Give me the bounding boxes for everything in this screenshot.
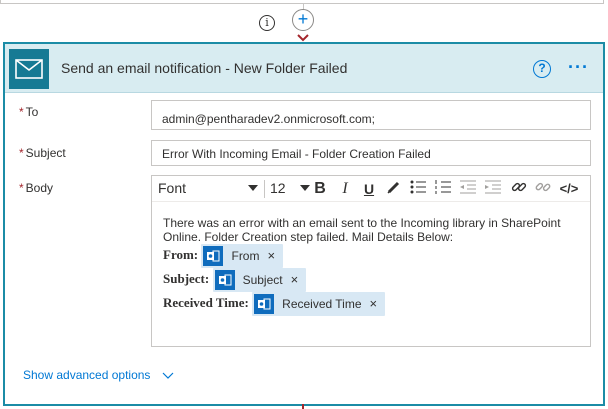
- info-icon[interactable]: i: [259, 15, 275, 31]
- highlight-pen-icon[interactable]: [384, 179, 404, 199]
- subject-token-label: Subject: [242, 273, 283, 287]
- card-title: Send an email notification - New Folder …: [61, 60, 348, 76]
- toolbar-divider: [264, 180, 265, 198]
- body-label: * Body: [19, 181, 53, 195]
- required-mark: *: [19, 146, 24, 160]
- mail-icon: [9, 49, 49, 89]
- received-time-label: Received Time:: [163, 295, 249, 311]
- subject-label-text: Subject: [25, 146, 66, 160]
- outlook-icon: [254, 294, 275, 314]
- body-intro-text: There was an error with an email sent to…: [163, 216, 561, 244]
- link-icon[interactable]: [509, 179, 529, 199]
- required-mark: *: [19, 105, 24, 119]
- to-label: * To: [19, 105, 38, 119]
- received-time-line: Received Time: Received Time ×: [163, 292, 580, 316]
- bulleted-list-icon[interactable]: [408, 179, 428, 199]
- outlook-icon: [214, 270, 235, 290]
- remove-token-icon[interactable]: ×: [370, 297, 378, 311]
- action-card: Send an email notification - New Folder …: [3, 42, 605, 406]
- from-label: From:: [163, 247, 199, 263]
- font-size-value: 12: [270, 180, 286, 196]
- caret-down-icon: [300, 185, 310, 191]
- previous-card-frame: [0, 0, 604, 4]
- remove-token-icon[interactable]: ×: [267, 249, 275, 263]
- insert-step-button[interactable]: +: [292, 9, 314, 31]
- chevron-down-icon: [162, 372, 174, 379]
- advanced-options-label: Show advanced options: [23, 368, 151, 382]
- received-time-token-label: Received Time: [282, 297, 362, 311]
- subject-label: * Subject: [19, 146, 66, 160]
- to-label-text: To: [25, 105, 39, 119]
- subject-field[interactable]: Error With Incoming Email - Folder Creat…: [151, 140, 591, 166]
- bold-icon[interactable]: B: [310, 179, 330, 199]
- more-options-icon[interactable]: ···: [568, 57, 589, 78]
- body-label-text: Body: [25, 181, 54, 195]
- numbered-list-icon[interactable]: [433, 179, 453, 199]
- subject-line: Subject: Subject ×: [163, 268, 580, 292]
- connector-line: [302, 404, 304, 409]
- from-token[interactable]: From ×: [201, 244, 284, 268]
- body-editor[interactable]: Font 12 B I U </> There was an error wit…: [151, 175, 591, 347]
- subject-token[interactable]: Subject ×: [212, 268, 307, 292]
- increase-indent-icon[interactable]: [483, 179, 503, 199]
- rich-text-toolbar: Font 12 B I U </>: [152, 176, 590, 202]
- code-view-icon[interactable]: </>: [559, 179, 579, 199]
- subject-line-label: Subject:: [163, 271, 210, 287]
- required-mark: *: [19, 181, 24, 195]
- decrease-indent-icon[interactable]: [458, 179, 478, 199]
- outlook-icon: [203, 246, 224, 266]
- from-token-label: From: [231, 249, 260, 263]
- received-time-token[interactable]: Received Time ×: [252, 292, 386, 316]
- show-advanced-options-link[interactable]: Show advanced options: [23, 368, 174, 382]
- body-content[interactable]: There was an error with an email sent to…: [163, 216, 580, 316]
- font-value: Font: [158, 180, 187, 196]
- remove-token-icon[interactable]: ×: [291, 273, 299, 287]
- font-size-dropdown[interactable]: 12: [270, 180, 310, 198]
- to-field[interactable]: admin@pentharadev2.onmicrosoft.com;: [151, 100, 591, 130]
- italic-icon[interactable]: I: [335, 179, 355, 199]
- font-dropdown[interactable]: Font: [158, 180, 258, 198]
- help-icon[interactable]: ?: [533, 60, 551, 78]
- from-line: From: From ×: [163, 244, 580, 268]
- card-header[interactable]: Send an email notification - New Folder …: [5, 44, 603, 93]
- underline-icon[interactable]: U: [359, 179, 379, 199]
- unlink-icon[interactable]: [533, 179, 553, 199]
- caret-down-icon: [248, 185, 258, 191]
